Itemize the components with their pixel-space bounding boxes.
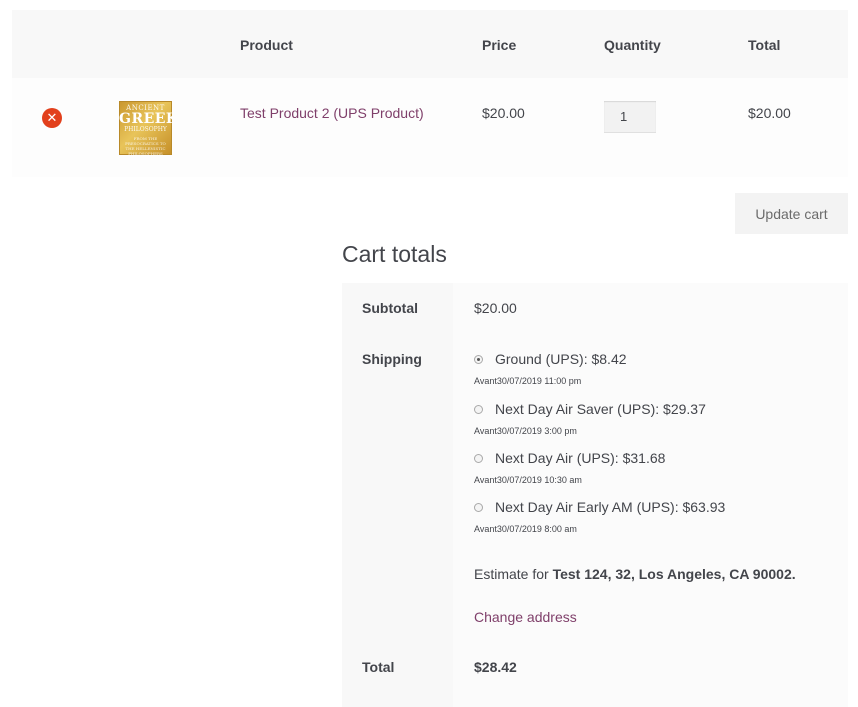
cart-item-row: ✕ ANCIENT GREEK PHILOSOPHY FROM THE PRES…	[12, 78, 848, 177]
thumbnail-text-greek: GREEK	[119, 111, 172, 127]
product-name-link[interactable]: Test Product 2 (UPS Product)	[240, 105, 424, 121]
quantity-input[interactable]	[604, 101, 656, 133]
subtotal-label: Subtotal	[342, 283, 453, 334]
header-price: Price	[482, 37, 517, 53]
thumbnail-text-subtitle: FROM THE PRESOCRATICS TO THE HELLENISTIC…	[125, 136, 166, 155]
subtotal-value: $20.00	[453, 283, 848, 334]
product-thumbnail[interactable]: ANCIENT GREEK PHILOSOPHY FROM THE PRESOC…	[119, 101, 172, 155]
shipping-radio-next-day-air[interactable]	[474, 454, 483, 463]
header-quantity: Quantity	[604, 37, 661, 53]
shipping-option-date: Avant30/07/2019 3:00 pm	[474, 426, 577, 436]
close-circle-icon: ✕	[46, 110, 58, 125]
shipping-estimate: Estimate for Test 124, 32, Los Angeles, …	[474, 566, 796, 582]
product-subtotal: $20.00	[748, 105, 791, 121]
shipping-radio-next-day-air-early-am[interactable]	[474, 503, 483, 512]
shipping-radio-next-day-air-saver[interactable]	[474, 405, 483, 414]
change-address-link[interactable]: Change address	[474, 609, 577, 625]
estimate-address: Test 124, 32, Los Angeles, CA 90002.	[552, 566, 796, 582]
order-total-label: Total	[342, 647, 453, 707]
header-product: Product	[240, 37, 293, 53]
shipping-option-label[interactable]: Next Day Air Saver (UPS): $29.37	[495, 401, 706, 417]
header-total: Total	[748, 37, 781, 53]
product-price: $20.00	[482, 105, 525, 121]
cart-table: Product Price Quantity Total ✕ ANCIENT G…	[12, 10, 848, 177]
shipping-option-label[interactable]: Ground (UPS): $8.42	[495, 351, 627, 367]
shipping-option-date: Avant30/07/2019 11:00 pm	[474, 376, 582, 386]
remove-item-button[interactable]: ✕	[42, 108, 62, 128]
shipping-option-date: Avant30/07/2019 8:00 am	[474, 524, 577, 534]
cart-table-header: Product Price Quantity Total	[12, 10, 848, 78]
shipping-option-label[interactable]: Next Day Air (UPS): $31.68	[495, 450, 665, 466]
shipping-option-date: Avant30/07/2019 10:30 am	[474, 475, 582, 485]
order-total-value: $28.42	[453, 647, 848, 707]
shipping-options: Ground (UPS): $8.42 Avant30/07/2019 11:0…	[453, 334, 848, 647]
shipping-label: Shipping	[342, 334, 453, 647]
shipping-radio-ground[interactable]	[474, 355, 483, 364]
thumbnail-text-ancient: ANCIENT	[126, 104, 165, 112]
estimate-prefix: Estimate for	[474, 566, 553, 582]
shipping-option-label[interactable]: Next Day Air Early AM (UPS): $63.93	[495, 499, 725, 515]
thumbnail-text-philosophy: PHILOSOPHY	[124, 126, 167, 133]
update-cart-button[interactable]: Update cart	[735, 193, 848, 234]
cart-totals-title: Cart totals	[342, 241, 447, 267]
